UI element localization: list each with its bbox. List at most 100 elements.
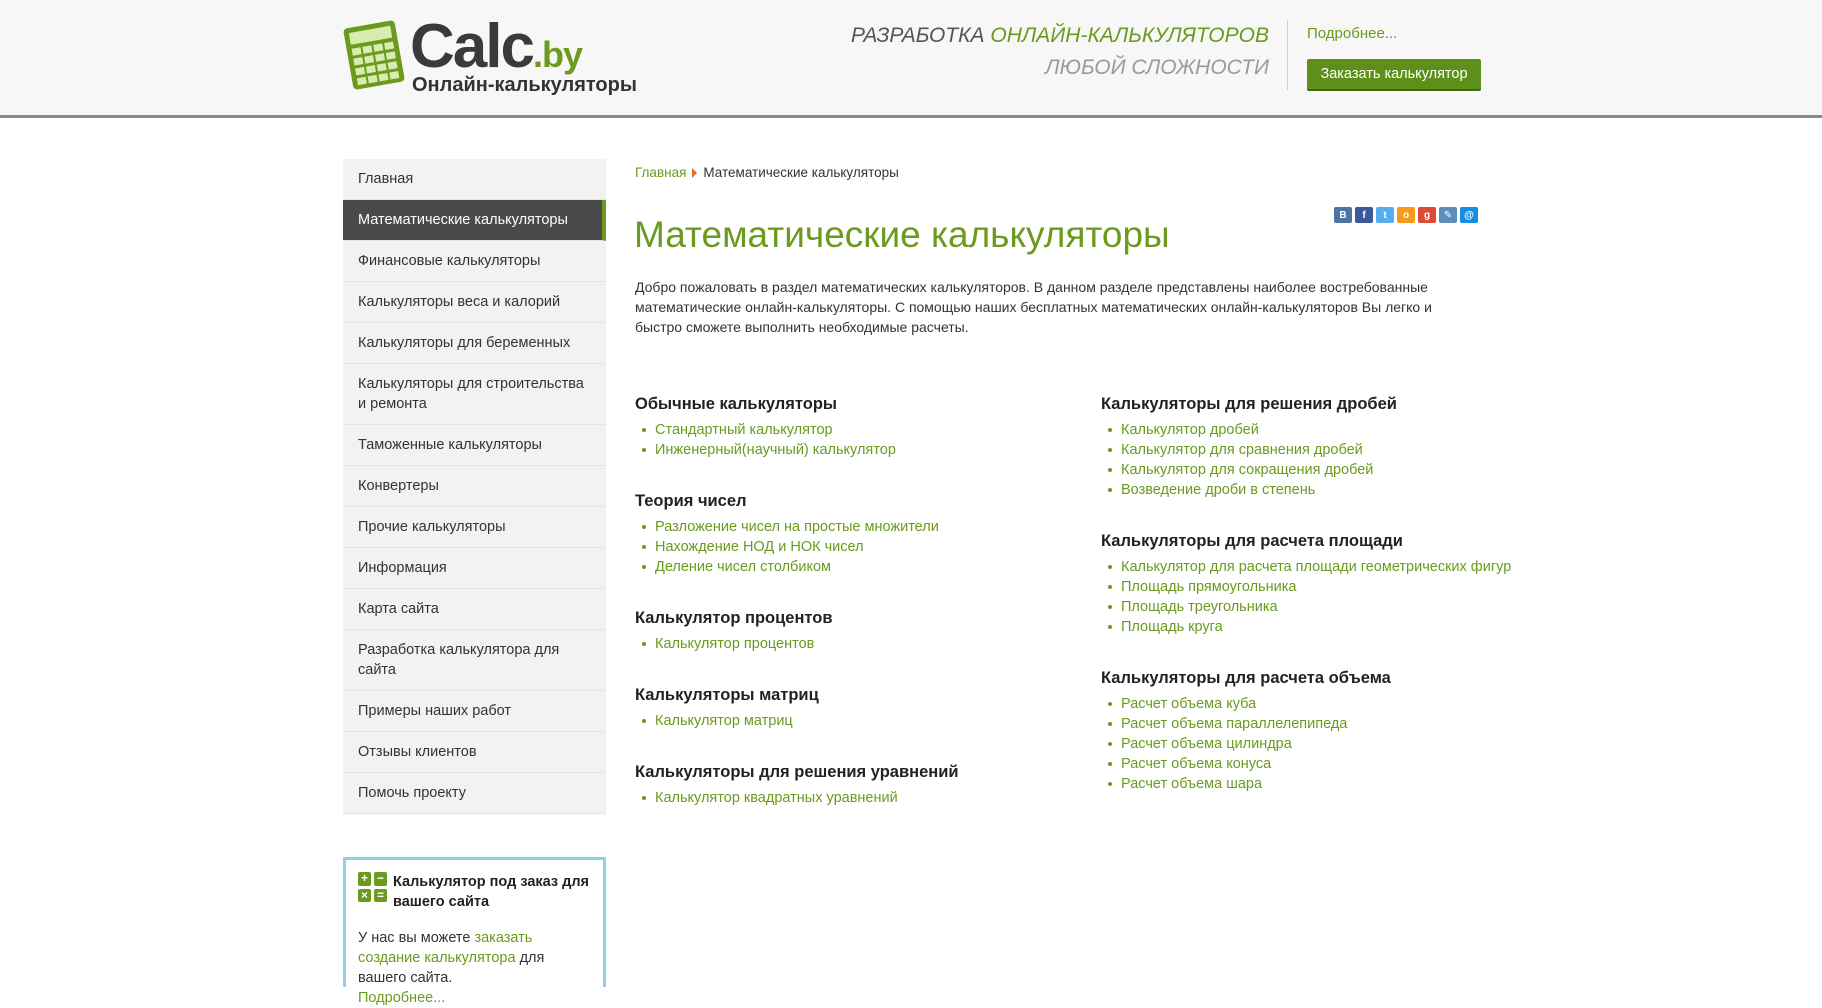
googleplus-icon[interactable]: g [1418, 207, 1436, 223]
calculator-link[interactable]: Деление чисел столбиком [655, 559, 831, 575]
left-sections-column: Обычные калькуляторы Стандартный калькуля… [635, 393, 1055, 838]
promo-text-before: У нас вы можете [358, 930, 475, 946]
section-title: Обычные калькуляторы [635, 395, 838, 413]
logo-wordmark: Calc.by [410, 16, 583, 78]
custom-calculator-promo: + − × = Калькулятор под заказ для вашего са… [343, 857, 606, 1006]
calculator-link[interactable]: Возведение дроби в степень [1121, 482, 1315, 498]
site-header: Calc.by Онлайн-калькуляторы Разработка о… [0, 0, 1822, 118]
section-title: Теория чисел [635, 492, 747, 510]
calculator-link[interactable]: Расчет объема конуса [1121, 756, 1271, 772]
promo-more-link[interactable]: Подробнее... [358, 990, 445, 1006]
section-title: Калькуляторы для расчета объема [1101, 669, 1391, 687]
livejournal-icon[interactable]: ✎ [1439, 207, 1457, 223]
calculator-link[interactable]: Калькулятор для расчета площади геометри… [1121, 559, 1511, 575]
section-title: Калькулятор процентов [635, 609, 833, 627]
calculator-link[interactable]: Инженерный(научный) калькулятор [655, 442, 896, 458]
calculator-section: Теория чисел Разложение чисел на простые … [635, 490, 1055, 577]
sidebar-item-other[interactable]: Прочие калькуляторы [343, 507, 606, 548]
calculator-section: Калькуляторы для решения уравнений Кальку… [635, 761, 1055, 808]
section-link-list: Разложение чисел на простые множители Нах… [635, 517, 1055, 577]
list-item: Разложение чисел на простые множители [635, 517, 1055, 537]
mailru-icon[interactable]: @ [1460, 207, 1478, 223]
slogan-line2: любой сложности [1045, 56, 1269, 79]
section-link-list: Стандартный калькулятор Инженерный(научны… [635, 420, 1055, 460]
list-item: Калькулятор квадратных уравнений [635, 788, 1055, 808]
sidebar-item-sitemap[interactable]: Карта сайта [343, 589, 606, 630]
calculator-operations-icon: + − × = [358, 872, 387, 902]
vk-icon[interactable]: В [1334, 207, 1352, 223]
list-item: Калькулятор матриц [635, 711, 1055, 731]
order-calculator-button[interactable]: Заказать калькулятор [1307, 59, 1481, 91]
intro-text: Добро пожаловать в раздел математических… [635, 279, 1432, 335]
list-item: Инженерный(научный) калькулятор [635, 440, 1055, 460]
promo-text: У нас вы можете заказать создание кальку… [358, 928, 591, 1008]
sidebar-item-reviews[interactable]: Отзывы клиентов [343, 732, 606, 773]
calculator-logo-icon [343, 20, 405, 90]
breadcrumb-home-link[interactable]: Главная [635, 165, 686, 180]
header-divider [1287, 20, 1288, 90]
section-title: Калькуляторы для расчета площади [1101, 532, 1403, 550]
sidebar-item-math[interactable]: Математические калькуляторы [343, 200, 606, 241]
calculator-link[interactable]: Калькулятор процентов [655, 636, 814, 652]
calculator-link[interactable]: Площадь круга [1121, 619, 1223, 635]
sidebar-item-weight[interactable]: Калькуляторы веса и калорий [343, 282, 606, 323]
list-item: Деление чисел столбиком [635, 557, 1055, 577]
list-item: Калькулятор для сокращения дробей [1101, 460, 1521, 480]
site-logo[interactable]: Calc.by Онлайн-калькуляторы [342, 16, 637, 96]
calculator-link[interactable]: Площадь прямоугольника [1121, 579, 1296, 595]
logo-main-text: Calc [410, 12, 535, 81]
logo-tld-text: .by [532, 34, 583, 75]
calculator-link[interactable]: Калькулятор матриц [655, 713, 793, 729]
calculator-link[interactable]: Калькулятор дробей [1121, 422, 1259, 438]
calculator-link[interactable]: Калькулятор для сравнения дробей [1121, 442, 1363, 458]
right-sections-column: Калькуляторы для решения дробей Калькулят… [1101, 393, 1521, 824]
list-item: Расчет объема конуса [1101, 754, 1521, 774]
header-more-link[interactable]: Подробнее... [1307, 25, 1397, 42]
calculator-link[interactable]: Калькулятор квадратных уравнений [655, 790, 898, 806]
calculator-link[interactable]: Расчет объема цилиндра [1121, 736, 1292, 752]
calculator-section: Калькуляторы матриц Калькулятор матриц [635, 684, 1055, 731]
sidebar-item-construction[interactable]: Калькуляторы для строительства и ремонта [343, 364, 606, 425]
calculator-link[interactable]: Расчет объема параллелепипеда [1121, 716, 1347, 732]
list-item: Возведение дроби в степень [1101, 480, 1521, 500]
calculator-section: Калькуляторы для расчета площади Калькуля… [1101, 530, 1521, 637]
section-link-list: Калькулятор процентов [635, 634, 1055, 654]
sidebar-item-pregnancy[interactable]: Калькуляторы для беременных [343, 323, 606, 364]
calculator-link[interactable]: Нахождение НОД и НОК чисел [655, 539, 864, 555]
facebook-icon[interactable]: f [1355, 207, 1373, 223]
calculator-link[interactable]: Площадь треугольника [1121, 599, 1278, 615]
calculator-link[interactable]: Разложение чисел на простые множители [655, 519, 939, 535]
sidebar-item-development[interactable]: Разработка калькулятора для сайта [343, 630, 606, 691]
slogan-part2: онлайн-калькуляторов [990, 24, 1269, 47]
sidebar-item-home[interactable]: Главная [343, 159, 606, 200]
odnoklassniki-icon[interactable]: o [1397, 207, 1415, 223]
list-item: Расчет объема параллелепипеда [1101, 714, 1521, 734]
section-link-list: Калькулятор для расчета площади геометри… [1101, 557, 1521, 637]
list-item: Расчет объема куба [1101, 694, 1521, 714]
calculator-section: Калькуляторы для решения дробей Калькулят… [1101, 393, 1521, 500]
calculator-link[interactable]: Расчет объема куба [1121, 696, 1256, 712]
section-title: Калькуляторы матриц [635, 686, 819, 704]
twitter-icon[interactable]: t [1376, 207, 1394, 223]
logo-subtitle: Онлайн-калькуляторы [412, 74, 637, 96]
sidebar-item-donate[interactable]: Помочь проекту [343, 773, 606, 814]
calculator-link[interactable]: Калькулятор для сокращения дробей [1121, 462, 1373, 478]
sidebar-item-finance[interactable]: Финансовые калькуляторы [343, 241, 606, 282]
sidebar-item-portfolio[interactable]: Примеры наших работ [343, 691, 606, 732]
list-item: Калькулятор для сравнения дробей [1101, 440, 1521, 460]
list-item: Калькулятор дробей [1101, 420, 1521, 440]
page-title: Математические калькуляторы [634, 214, 1170, 255]
section-link-list: Калькулятор квадратных уравнений [635, 788, 1055, 808]
list-item: Расчет объема цилиндра [1101, 734, 1521, 754]
sidebar-item-customs[interactable]: Таможенные калькуляторы [343, 425, 606, 466]
sidebar-item-converters[interactable]: Конвертеры [343, 466, 606, 507]
list-item: Площадь прямоугольника [1101, 577, 1521, 597]
header-slogan: Разработка онлайн-калькуляторов любой сл… [851, 20, 1269, 84]
breadcrumb-arrow-icon [692, 168, 698, 179]
section-link-list: Калькулятор матриц [635, 711, 1055, 731]
breadcrumb: Главная Математические калькуляторы [635, 165, 899, 180]
calculator-link[interactable]: Стандартный калькулятор [655, 422, 833, 438]
sidebar-item-info[interactable]: Информация [343, 548, 606, 589]
promo-title: Калькулятор под заказ для вашего сайта [393, 874, 590, 910]
calculator-link[interactable]: Расчет объема шара [1121, 776, 1262, 792]
